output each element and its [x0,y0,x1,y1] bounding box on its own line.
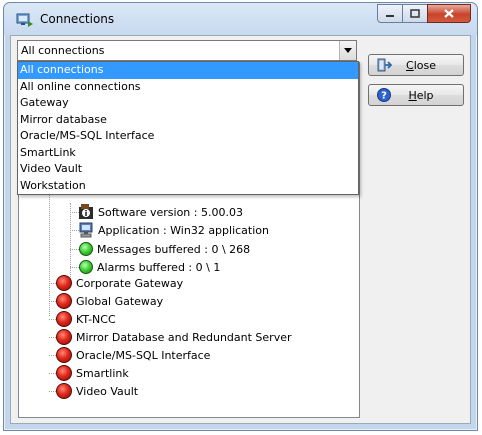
tree-item-label: Oracle/MS-SQL Interface [76,348,211,362]
connection-filter-dropdown-list[interactable]: All connections All online connections G… [17,61,359,195]
tree-item-connection[interactable]: Video Vault [56,382,138,400]
tree-item-connection[interactable]: Smartlink [56,364,129,382]
tree-item-label: Application : Win32 application [98,223,269,237]
dropdown-option[interactable]: Gateway [18,95,358,112]
tree-item-label: Software version : 5.00.03 [98,205,243,219]
offline-status-icon [56,383,72,399]
dropdown-option[interactable]: Workstation [18,178,358,195]
dropdown-option[interactable]: Mirror database [18,112,358,129]
dropdown-option[interactable]: SmartLink [18,145,358,162]
tree-line [49,319,56,320]
tree-item-connection[interactable]: Mirror Database and Redundant Server [56,328,292,346]
tree-line [49,283,56,284]
tree-item-label: Messages buffered : 0 \ 268 [97,242,251,256]
tree-line [49,355,56,356]
connections-app-icon [16,13,33,27]
help-button[interactable]: ? Help [368,84,464,106]
dropdown-option[interactable]: All online connections [18,79,358,96]
green-status-icon [79,242,93,256]
tree-line [70,203,71,285]
tree-item-software-version[interactable]: Software version : 5.00.03 [78,203,243,221]
caption-buttons [377,4,471,24]
tree-item-connection[interactable]: Corporate Gateway [56,274,183,292]
dropdown-arrow-button[interactable] [339,41,356,60]
tree-item-label: Smartlink [76,366,129,380]
chevron-down-icon [344,48,352,53]
tree-line [49,301,56,302]
green-status-icon [79,260,93,274]
connections-window: Connections All connections Software ver… [3,2,478,431]
dropdown-option[interactable]: All connections [18,62,358,79]
connection-filter-select[interactable]: All connections [17,40,357,61]
tree-item-application[interactable]: Application : Win32 application [78,221,269,239]
tree-item-label: Alarms buffered : 0 \ 1 [97,260,221,274]
tree-line [70,249,79,250]
connection-filter-value: All connections [21,44,105,57]
maximize-icon [410,9,420,18]
computer-icon [79,222,93,238]
tree-item-connection[interactable]: Oracle/MS-SQL Interface [56,346,210,364]
tree-item-label: Video Vault [76,384,139,398]
tree-item-label: Corporate Gateway [76,276,184,290]
help-button-label: Help [408,88,434,102]
dropdown-option[interactable]: Oracle/MS-SQL Interface [18,128,358,145]
tree-line [49,337,56,338]
close-button[interactable]: Close [368,54,464,76]
offline-status-icon [56,311,72,327]
close-icon [444,9,454,18]
info-icon [79,204,93,219]
tree-item-connection[interactable]: Global Gateway [56,292,163,310]
close-window-button[interactable] [427,4,471,23]
offline-status-icon [56,347,72,363]
tree-item-connection[interactable]: KT-NCC [56,310,116,328]
tree-line [70,267,79,268]
tree-line [49,391,56,392]
dialog-content: All connections Software version: 5.00.… [10,35,471,424]
title-bar[interactable]: Connections [4,3,477,35]
dropdown-option[interactable]: Video Vault [18,161,358,178]
tree-item-messages-buffered[interactable]: Messages buffered : 0 \ 268 [79,240,250,258]
offline-status-icon [56,275,72,291]
tree-item-label: KT-NCC [76,312,116,326]
offline-status-icon [56,329,72,345]
tree-line [49,373,56,374]
minimize-button[interactable] [377,4,403,23]
tree-item-label: Global Gateway [76,294,164,308]
offline-status-icon [56,293,72,309]
maximize-button[interactable] [402,4,428,23]
minimize-icon [386,14,394,17]
close-button-label: Close [406,58,436,72]
window-title: Connections [40,12,115,26]
tree-item-label: Mirror Database and Redundant Server [76,330,292,344]
offline-status-icon [56,365,72,381]
